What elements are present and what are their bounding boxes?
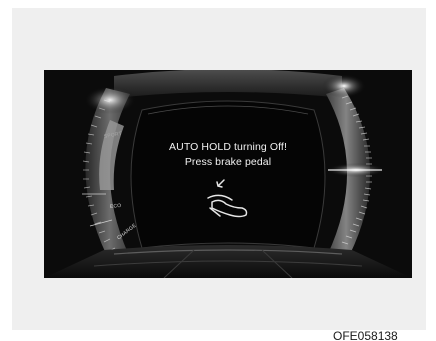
warning-message-line-2: Press brake pedal: [184, 156, 272, 168]
warning-message-line-1: AUTO HOLD turning Off!: [169, 141, 287, 153]
drive-mode-eco-label: ECO: [109, 202, 122, 210]
page: AUTO HOLD turning Off! Press brake pedal…: [0, 0, 436, 341]
image-code: OFE058138: [333, 329, 398, 341]
instrument-cluster: AUTO HOLD turning Off! Press brake pedal…: [44, 70, 412, 278]
cluster-graphics: [44, 70, 412, 278]
